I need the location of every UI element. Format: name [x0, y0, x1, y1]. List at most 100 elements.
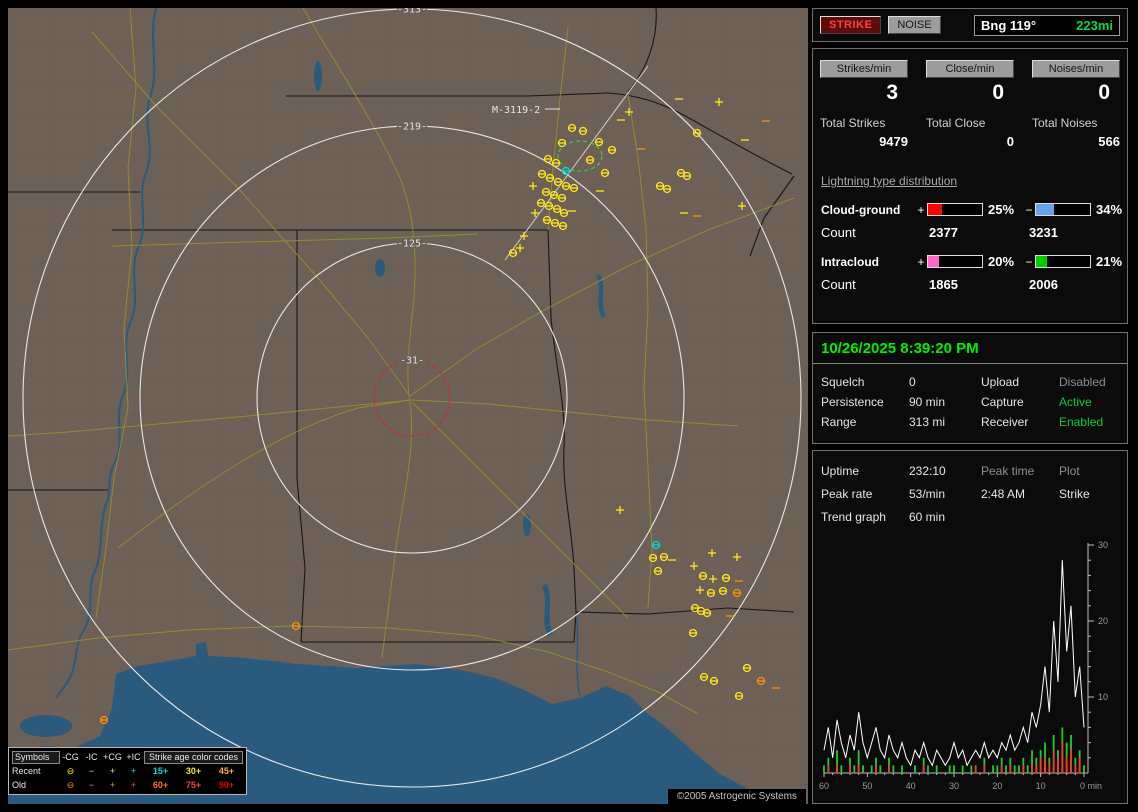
intracloud-counts: Count 1865 2006 [821, 277, 1127, 292]
age-code-75: 75+ [185, 780, 202, 790]
strike-legend: Symbols -CG -IC +CG +IC Strike age color… [8, 747, 247, 795]
status-panel: 10/26/2025 8:39:20 PM Squelch 0 Upload D… [812, 332, 1128, 444]
cloud-ground-row: Cloud-ground + 25% − 34% [821, 202, 1127, 217]
svg-text:30: 30 [1098, 540, 1108, 550]
legend-old-label: Old [12, 780, 27, 790]
ic-plus-bar [927, 255, 983, 268]
peak-time-label: Peak time [981, 463, 1035, 478]
cg-negative-icon: ⊖ [66, 765, 75, 776]
svg-text:60: 60 [819, 781, 829, 791]
strike-mode-button[interactable]: STRIKE [820, 16, 882, 34]
receiver-value: Enabled [1059, 415, 1104, 429]
age-code-15: 15+ [152, 766, 169, 776]
bearing-distance: 223mi [1076, 17, 1113, 33]
noises-per-min-button[interactable]: Noises/min [1032, 60, 1120, 78]
legend-old-row: Old ⊖ − + + 60+ 75+ 90+ [12, 778, 243, 792]
right-panel: STRIKE NOISE Bng 119° 223mi Strikes/min … [812, 8, 1128, 804]
close-per-min-value: 0 [992, 81, 1004, 104]
capture-value: Active [1059, 395, 1092, 409]
upload-label: Upload [981, 375, 1020, 389]
plus-sign: + [917, 254, 925, 269]
squelch-value: 0 [909, 375, 916, 389]
range-row: Range 313 mi Receiver Enabled [813, 412, 1127, 432]
cloud-ground-label: Cloud-ground [821, 202, 901, 217]
total-close-value: 0 [1006, 134, 1014, 149]
strikes-per-min-value: 3 [886, 81, 898, 104]
map-canvas[interactable]: -313- -219- -125- -31- M-3119-2 [8, 8, 808, 804]
ic-plus-count: 1865 [929, 277, 958, 292]
lightning-map[interactable]: -313- -219- -125- -31- M-3119-2 Symbols -CG… [8, 8, 808, 804]
cg-plus-bar [927, 203, 983, 216]
copyright-credit: ©2005 Astrogenic Systems [667, 789, 806, 804]
plot-value: Strike [1059, 486, 1090, 501]
svg-text:30: 30 [949, 781, 959, 791]
intracloud-label: Intracloud [821, 254, 880, 269]
app-window: -313- -219- -125- -31- M-3119-2 Symbols -CG… [0, 0, 1138, 812]
trend-row: Trend graph 60 min [813, 505, 1127, 528]
range-label: Range [821, 415, 857, 429]
legend-recent-row: Recent ⊖ − + + 15+ 30+ 45+ [12, 764, 243, 778]
range-value: 313 mi [909, 415, 946, 429]
svg-text:10: 10 [1036, 781, 1046, 791]
svg-text:10: 10 [1098, 692, 1108, 702]
legend-col-ic-pos: +IC [126, 752, 141, 762]
squelch-label: Squelch [821, 375, 865, 389]
ic-minus-pct: 21% [1096, 254, 1123, 269]
close-per-min-button[interactable]: Close/min [926, 60, 1014, 78]
ring-label-31: -31- [400, 356, 424, 367]
intracloud-row: Intracloud + 20% − 21% [821, 254, 1127, 269]
cg-plus-count: 2377 [929, 225, 958, 240]
legend-col-ic-neg: -IC [85, 752, 98, 762]
squelch-row: Squelch 0 Upload Disabled [813, 372, 1127, 392]
persistence-label: Persistence [821, 395, 884, 409]
rate-buttons-row: Strikes/min 3 Close/min 0 Noises/min 0 [813, 49, 1127, 103]
strikes-per-min-button[interactable]: Strikes/min [820, 60, 908, 78]
ic-positive-icon: + [130, 780, 137, 790]
bearing-value: Bng 119° [981, 17, 1037, 33]
svg-text:40: 40 [906, 781, 916, 791]
noise-mode-button[interactable]: NOISE [888, 16, 941, 34]
cloud-ground-counts: Count 2377 3231 [821, 225, 1127, 240]
cg-positive-icon: + [109, 780, 116, 790]
peak-rate-label: Peak rate [821, 486, 873, 501]
trend-graph: 10 20 30 60 50 40 30 20 10 0 min [816, 537, 1124, 802]
legend-header-row: Symbols -CG -IC +CG +IC Strike age color… [12, 750, 243, 764]
ic-minus-count: 2006 [1029, 277, 1058, 292]
count-label: Count [821, 277, 856, 292]
uptime-row: Uptime 232:10 Peak time Plot [813, 459, 1127, 482]
total-strikes-value: 9479 [879, 134, 908, 149]
svg-text:20: 20 [1098, 616, 1108, 626]
cg-plus-pct: 25% [988, 202, 1015, 217]
plot-label: Plot [1059, 463, 1080, 478]
svg-text:50: 50 [862, 781, 872, 791]
legend-col-cg-neg: -CG [62, 752, 79, 762]
cg-minus-count: 3231 [1029, 225, 1058, 240]
session-panel: Uptime 232:10 Peak time Plot Peak rate 5… [812, 450, 1128, 804]
trend-value: 60 min [909, 509, 946, 524]
persistence-row: Persistence 90 min Capture Active [813, 392, 1127, 412]
total-noises-value: 566 [1098, 134, 1120, 149]
total-strikes-label: Total Strikes [820, 116, 886, 130]
storm-cell-label: M-3119-2 [492, 105, 540, 116]
cg-minus-bar [1035, 203, 1091, 216]
capture-label: Capture [981, 395, 1024, 409]
peak-time-value: 2:48 AM [981, 486, 1026, 501]
legend-symbols-header: Symbols [12, 750, 60, 764]
minus-sign: − [1025, 254, 1033, 269]
legend-age-header: Strike age color codes [144, 750, 243, 764]
total-close-label: Total Close [926, 116, 986, 130]
totals-row: Total Strikes 9479 Total Close 0 Total N… [813, 103, 1127, 149]
uptime-label: Uptime [821, 463, 860, 478]
receiver-label: Receiver [981, 415, 1029, 429]
cg-positive-icon: + [109, 766, 116, 776]
age-code-30: 30+ [185, 766, 202, 776]
statistics-panel: Strikes/min 3 Close/min 0 Noises/min 0 T… [812, 48, 1128, 324]
svg-text:0 min: 0 min [1080, 781, 1102, 791]
legend-recent-label: Recent [12, 766, 41, 776]
cg-minus-pct: 34% [1096, 202, 1123, 217]
ic-negative-icon: − [88, 766, 95, 776]
total-noises-label: Total Noises [1032, 116, 1098, 130]
peak-rate-row: Peak rate 53/min 2:48 AM Strike [813, 482, 1127, 505]
age-code-90: 90+ [218, 780, 235, 790]
cg-negative-icon: ⊖ [66, 779, 75, 790]
